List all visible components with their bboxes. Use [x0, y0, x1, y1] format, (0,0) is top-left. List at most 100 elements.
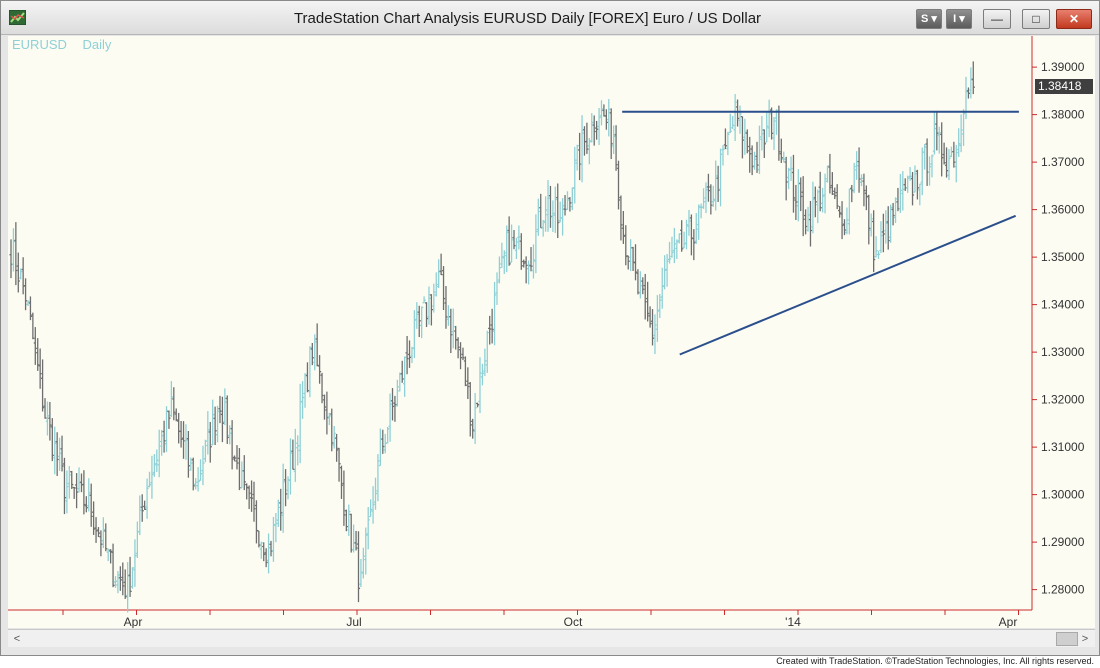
ohlc-bar — [437, 259, 441, 289]
ohlc-bar — [580, 115, 584, 183]
ohlc-bar — [113, 576, 118, 588]
close-icon: ✕ — [1068, 12, 1080, 26]
ohlc-bar — [925, 138, 929, 186]
ohlc-bar — [816, 189, 820, 224]
ohlc-bar — [410, 346, 414, 364]
ohlc-bar — [480, 363, 485, 386]
ohlc-bar — [782, 151, 786, 163]
ohlc-bar — [954, 144, 958, 183]
ohlc-bar — [490, 308, 494, 344]
ohlc-bar — [667, 241, 672, 264]
scroll-right-icon[interactable]: > — [1078, 632, 1092, 646]
ohlc-bar — [458, 342, 463, 370]
ohlc-bar — [714, 160, 718, 211]
ohlc-bar — [254, 500, 259, 544]
chart-plot-area[interactable]: 1.39000 1.38000 1.37000 1.36000 1.35000 1.340… — [8, 36, 1095, 628]
ohlc-bar — [259, 541, 263, 559]
ohlc-bar — [706, 173, 711, 202]
ohlc-bar — [150, 455, 154, 499]
ohlc-bar — [283, 469, 288, 507]
ohlc-bar — [322, 394, 327, 420]
ohlc-bar — [116, 571, 120, 594]
ohlc-bar — [847, 188, 851, 235]
price-tick-label: 1.29000 — [1041, 535, 1085, 549]
ohlc-bar — [339, 465, 344, 499]
ohlc-bar — [215, 405, 220, 443]
ohlc-bar — [699, 203, 703, 219]
price-chart[interactable]: 1.39000 1.38000 1.37000 1.36000 1.35000 1.340… — [8, 36, 1095, 628]
s-menu-button[interactable]: S ▾ — [916, 9, 942, 29]
price-tick-label: 1.33000 — [1041, 345, 1085, 359]
ohlc-bar — [619, 195, 623, 241]
horizontal-scrollbar[interactable]: < > — [8, 629, 1095, 647]
ohlc-bar — [524, 256, 528, 284]
ohlc-bar — [942, 142, 946, 165]
ohlc-bar — [791, 154, 796, 213]
ohlc-bar — [104, 523, 108, 552]
ohlc-bar — [327, 412, 331, 426]
ohlc-bar — [352, 524, 356, 553]
ohlc-bar — [621, 210, 625, 244]
ohlc-bar — [218, 395, 222, 424]
ohlc-bar — [859, 174, 864, 187]
ohlc-bar — [58, 437, 62, 471]
ohlc-bar — [67, 465, 71, 499]
minimize-button[interactable]: — — [983, 9, 1011, 29]
ohlc-bar — [305, 362, 310, 393]
ohlc-bar — [697, 204, 701, 240]
ohlc-bar — [735, 99, 740, 127]
ohlc-bar — [249, 480, 254, 512]
ohlc-bar — [599, 100, 604, 126]
ohlc-bar — [444, 286, 448, 329]
ohlc-bar — [636, 269, 640, 295]
maximize-button[interactable]: □ — [1022, 9, 1050, 29]
ohlc-bar — [235, 445, 239, 470]
ohlc-bar — [342, 470, 346, 526]
ohlc-bar — [784, 156, 788, 201]
ohlc-bar — [349, 513, 353, 553]
ohlc-bar — [774, 109, 779, 135]
ohlc-bar — [534, 214, 538, 274]
ohlc-bar — [101, 517, 105, 549]
ohlc-bar — [801, 176, 805, 237]
ohlc-bar — [612, 125, 616, 155]
ohlc-bar — [121, 562, 125, 596]
ohlc-bar — [77, 467, 81, 493]
minimize-icon: — — [991, 12, 1003, 26]
ohlc-bar — [505, 225, 509, 273]
ohlc-bar — [930, 154, 934, 178]
ohlc-bar — [203, 439, 207, 463]
ohlc-bar — [135, 521, 139, 559]
price-tick-label: 1.32000 — [1041, 393, 1085, 407]
ohlc-bar — [206, 411, 210, 455]
ohlc-bar — [245, 483, 249, 500]
ohlc-bar — [760, 115, 764, 151]
ohlc-bar — [70, 470, 74, 489]
ohlc-bar — [400, 360, 404, 383]
ohlc-bar — [147, 471, 152, 488]
ohlc-bar — [553, 186, 557, 234]
ohlc-bar — [828, 153, 832, 194]
close-button[interactable]: ✕ — [1056, 9, 1092, 29]
ohlc-bar — [378, 428, 382, 467]
ohlc-bar — [485, 330, 489, 373]
scroll-thumb[interactable] — [1056, 632, 1078, 646]
ohlc-bar — [23, 278, 28, 311]
ohlc-bar — [291, 439, 295, 470]
i-menu-button[interactable]: I ▾ — [946, 9, 972, 29]
scroll-left-icon[interactable]: < — [10, 632, 24, 646]
ohlc-bar — [655, 295, 659, 342]
ohlc-bar — [53, 426, 57, 475]
ohlc-bar — [354, 530, 358, 551]
ohlc-bar — [446, 305, 450, 326]
ohlc-bar — [526, 260, 531, 285]
ohlc-bar — [38, 348, 42, 389]
ohlc-bar — [407, 340, 412, 368]
ohlc-bar — [777, 105, 781, 161]
ohlc-bar — [167, 410, 171, 429]
ohlc-bar — [548, 185, 553, 228]
ohlc-bar — [757, 125, 762, 175]
ohlc-bar — [971, 61, 975, 95]
support-trendline — [679, 214, 1017, 356]
title-bar[interactable]: TradeStation Chart Analysis EURUSD Daily… — [1, 1, 1099, 35]
